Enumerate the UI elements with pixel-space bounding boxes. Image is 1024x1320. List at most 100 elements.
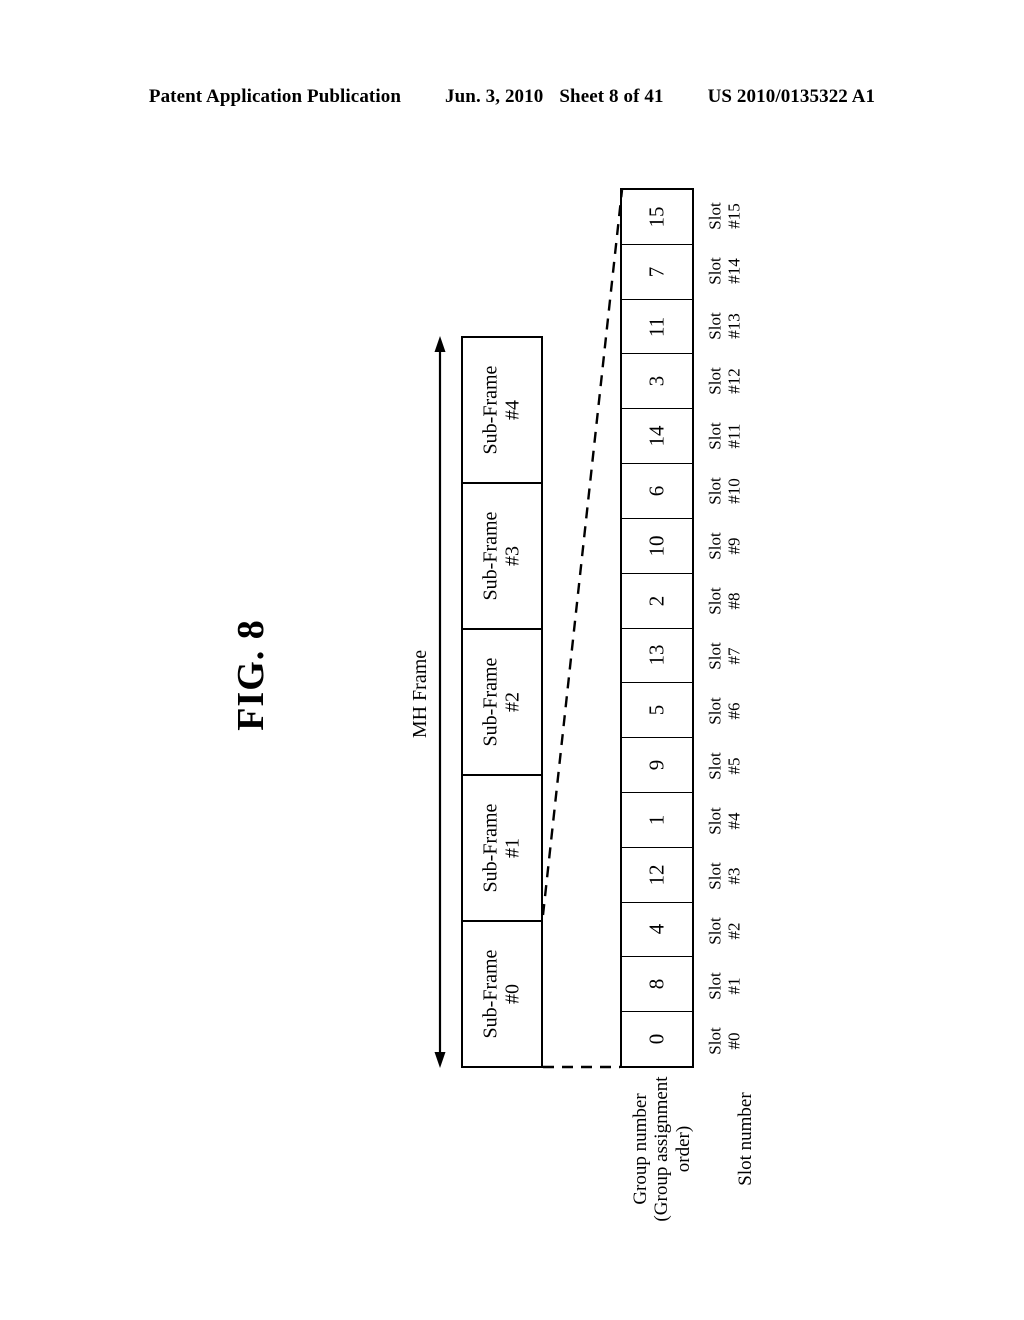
slot-word-14: Slot — [705, 256, 725, 285]
slot-index-7: #7 — [724, 647, 743, 664]
slot-word-3: Slot — [705, 861, 725, 890]
slot-cell-3[interactable]: 12 — [622, 848, 692, 903]
slot-index-1: #1 — [724, 977, 743, 994]
subframe-cell-0[interactable]: Sub-Frame #0 — [463, 922, 541, 1066]
subframe-index-1: #1 — [502, 838, 524, 859]
subframe-cell-2[interactable]: Sub-Frame #2 — [463, 630, 541, 776]
slot-index-14: #14 — [724, 257, 743, 284]
group-number-2: 4 — [644, 924, 669, 935]
slot-index-15: #15 — [724, 202, 743, 229]
slot-word-5: Slot — [705, 751, 725, 780]
group-number-3: 12 — [644, 864, 669, 886]
slot-cell-5[interactable]: 9 — [622, 738, 692, 793]
slot-index-3: #3 — [724, 867, 743, 884]
mh-frame-label: MH Frame — [408, 649, 431, 739]
slot-label-13: Slot #13 — [694, 298, 756, 353]
subframe-name-2: Sub-Frame — [479, 657, 502, 747]
slot-word-9: Slot — [705, 531, 725, 560]
caption-group-line1: Group number — [630, 1093, 652, 1205]
subframe-name-3: Sub-Frame — [479, 511, 502, 601]
slot-cell-4[interactable]: 1 — [622, 793, 692, 848]
subframe-name-4: Sub-Frame — [479, 365, 502, 455]
slot-word-8: Slot — [705, 586, 725, 615]
slot-word-11: Slot — [705, 421, 725, 450]
slot-label-8: Slot #8 — [694, 573, 756, 628]
caption-group-line3: order) — [672, 1125, 694, 1173]
slot-cell-6[interactable]: 5 — [622, 683, 692, 739]
slot-word-15: Slot — [705, 201, 725, 230]
slot-cell-8[interactable]: 2 — [622, 574, 692, 629]
slot-label-14: Slot #14 — [694, 243, 756, 298]
slot-cell-11[interactable]: 14 — [622, 409, 692, 465]
group-number-10: 6 — [644, 485, 669, 497]
group-number-5: 9 — [644, 759, 669, 771]
slot-cell-1[interactable]: 8 — [622, 957, 692, 1013]
slot-label-6: Slot #6 — [694, 683, 756, 738]
group-number-4: 1 — [644, 814, 669, 826]
slot-index-13: #13 — [724, 312, 743, 339]
subframe-label-0: Sub-Frame #0 — [480, 950, 525, 1039]
slot-label-11: Slot #11 — [694, 408, 756, 463]
subframe-name-1: Sub-Frame — [479, 803, 502, 893]
subframe-index-0: #0 — [502, 984, 524, 1005]
slot-word-12: Slot — [705, 366, 725, 395]
figure-diagram: MH Frame Sub-Frame #4 Sub-Frame #3 Sub-F… — [0, 0, 1024, 1320]
slot-index-5: #5 — [724, 757, 743, 774]
slot-label-12: Slot #12 — [694, 353, 756, 408]
subframe-index-3: #3 — [502, 546, 524, 567]
group-number-11: 14 — [644, 425, 669, 447]
slot-word-6: Slot — [705, 696, 725, 725]
slot-label-7: Slot #7 — [694, 628, 756, 683]
caption-group-line2: (Group assignment — [651, 1076, 673, 1222]
group-number-9: 10 — [644, 535, 669, 557]
slot-word-0: Slot — [705, 1026, 725, 1055]
subframe-cell-4[interactable]: Sub-Frame #4 — [463, 338, 541, 484]
slot-label-4: Slot #4 — [694, 793, 756, 848]
group-number-14: 7 — [644, 266, 669, 277]
group-number-12: 3 — [644, 376, 669, 387]
slot-cell-7[interactable]: 13 — [622, 629, 692, 684]
slot-word-7: Slot — [705, 641, 725, 670]
slot-index-2: #2 — [724, 922, 743, 939]
slot-cell-15[interactable]: 15 — [622, 190, 692, 245]
subframe-label-2: Sub-Frame #2 — [480, 658, 525, 747]
group-number-0: 0 — [644, 1033, 669, 1045]
subframe-label-3: Sub-Frame #3 — [480, 512, 525, 601]
slot-label-2: Slot #2 — [694, 903, 756, 958]
subframe-cell-3[interactable]: Sub-Frame #3 — [463, 484, 541, 630]
group-number-1: 8 — [644, 979, 669, 990]
group-number-15: 15 — [644, 206, 669, 228]
slot-word-4: Slot — [705, 806, 725, 835]
slot-label-9: Slot #9 — [694, 518, 756, 573]
subframe-cell-1[interactable]: Sub-Frame #1 — [463, 776, 541, 922]
subframe-label-1: Sub-Frame #1 — [480, 804, 525, 893]
slot-label-15: Slot #15 — [694, 188, 756, 243]
slot-cell-2[interactable]: 4 — [622, 903, 692, 958]
slot-cell-12[interactable]: 3 — [622, 354, 692, 410]
slot-cell-0[interactable]: 0 — [622, 1012, 692, 1066]
slot-index-0: #0 — [724, 1032, 743, 1049]
slot-cell-14[interactable]: 7 — [622, 245, 692, 300]
slot-cell-13[interactable]: 11 — [622, 300, 692, 355]
slot-index-11: #11 — [724, 423, 743, 448]
slot-index-4: #4 — [724, 812, 743, 829]
group-number-6: 5 — [644, 704, 669, 716]
subframe-label-4: Sub-Frame #4 — [480, 366, 525, 455]
slot-label-10: Slot #10 — [694, 463, 756, 518]
slot-index-10: #10 — [724, 477, 743, 504]
slot-cell-10[interactable]: 6 — [622, 464, 692, 519]
slot-label-5: Slot #5 — [694, 738, 756, 793]
slot-number-labels: Slot #15 Slot #14 Slot #13 Slot #12 Slot #11 … — [694, 188, 756, 1068]
slot-column: 15 7 11 3 14 6 10 2 13 5 9 1 12 4 8 0 — [620, 188, 694, 1068]
subframe-index-2: #2 — [502, 692, 524, 713]
slot-index-12: #12 — [724, 367, 743, 394]
slot-word-2: Slot — [705, 916, 725, 945]
slot-index-6: #6 — [724, 702, 743, 719]
slot-cell-9[interactable]: 10 — [622, 519, 692, 574]
subframe-name-0: Sub-Frame — [479, 949, 502, 1039]
slot-label-3: Slot #3 — [694, 848, 756, 903]
slot-word-1: Slot — [705, 971, 725, 1000]
slot-label-1: Slot #1 — [694, 958, 756, 1013]
subframe-column: Sub-Frame #4 Sub-Frame #3 Sub-Frame #2 S… — [461, 336, 543, 1068]
group-number-7: 13 — [644, 644, 669, 666]
